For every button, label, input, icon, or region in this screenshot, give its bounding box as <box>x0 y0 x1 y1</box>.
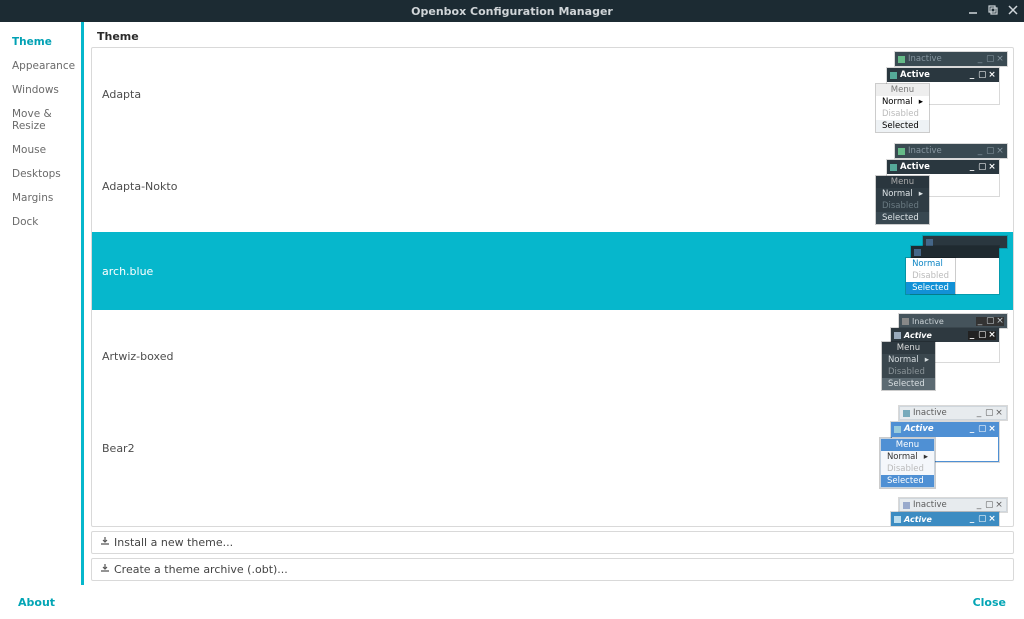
footer: About Close <box>0 585 1024 619</box>
window-titlebar: Openbox Configuration Manager <box>0 0 1024 22</box>
sidebar-item-theme[interactable]: Theme <box>0 30 81 54</box>
preview-inactive-label: Inactive <box>913 500 972 510</box>
close-icon[interactable] <box>1008 5 1018 18</box>
preview-active-label: Active <box>904 424 965 434</box>
preview-active-label: Active <box>904 515 965 524</box>
close-button[interactable]: Close <box>973 596 1006 609</box>
sidebar-accent <box>81 22 84 585</box>
sidebar-item-label: Mouse <box>12 144 46 156</box>
maximize-icon[interactable] <box>988 5 998 18</box>
preview-selected-label: Selected <box>912 283 949 293</box>
preview-disabled-label: Disabled <box>888 367 925 377</box>
theme-list: Adapta Inactive_▢× Active_▢× Menu Normal… <box>91 47 1014 527</box>
preview-selected-label: Selected <box>888 379 925 389</box>
theme-item-arch-blue[interactable]: arch.blue Normal Disabled Selected <box>92 232 1013 310</box>
theme-scroll-area[interactable]: Adapta Inactive_▢× Active_▢× Menu Normal… <box>92 48 1013 526</box>
preview-menu-label: Menu <box>882 342 935 354</box>
theme-name-label: Adapta <box>102 88 141 101</box>
sidebar-item-mouse[interactable]: Mouse <box>0 138 81 162</box>
install-theme-button[interactable]: Install a new theme... <box>91 531 1014 554</box>
preview-disabled-label: Disabled <box>882 201 919 211</box>
theme-name-label: arch.blue <box>102 265 153 278</box>
theme-item-next[interactable]: Inactive_▢× Active_▢× <box>92 494 1013 524</box>
theme-item-artwiz-boxed[interactable]: Artwiz-boxed Inactive_▢× Active_▢× Menu … <box>92 310 1013 402</box>
sidebar-item-dock[interactable]: Dock <box>0 210 81 234</box>
preview-selected-label: Selected <box>887 476 924 486</box>
download-icon <box>100 536 110 549</box>
sidebar-item-label: Windows <box>12 84 59 96</box>
sidebar-item-label: Theme <box>12 36 52 48</box>
window-title: Openbox Configuration Manager <box>411 5 613 18</box>
preview-normal-label: Normal <box>888 355 919 365</box>
install-theme-label: Install a new theme... <box>114 536 233 549</box>
preview-inactive-label: Inactive <box>912 317 973 326</box>
preview-normal-label: Normal <box>882 97 913 107</box>
sidebar-item-desktops[interactable]: Desktops <box>0 162 81 186</box>
preview-disabled-label: Disabled <box>882 109 919 119</box>
theme-item-bear2[interactable]: Bear2 Inactive_▢× Active_▢× Menu Normal▸ <box>92 402 1013 494</box>
create-archive-button[interactable]: Create a theme archive (.obt)... <box>91 558 1014 581</box>
about-link[interactable]: About <box>18 596 55 609</box>
preview-selected-label: Selected <box>882 213 919 223</box>
sidebar-item-label: Appearance <box>12 60 75 72</box>
preview-inactive-label: Inactive <box>913 408 972 418</box>
theme-name-label: Bear2 <box>102 442 135 455</box>
preview-normal-label: Normal <box>887 452 918 462</box>
preview-disabled-label: Disabled <box>887 464 924 474</box>
sidebar-item-label: Move & Resize <box>12 108 52 132</box>
theme-name-label: Artwiz-boxed <box>102 350 173 363</box>
download-icon <box>100 563 110 576</box>
preview-menu-label: Menu <box>876 176 929 188</box>
section-header: Theme <box>91 28 1014 47</box>
sidebar-item-margins[interactable]: Margins <box>0 186 81 210</box>
preview-active-label: Active <box>900 70 965 80</box>
preview-normal-label: Normal <box>882 189 913 199</box>
preview-inactive-label: Inactive <box>908 146 973 156</box>
preview-normal-label: Normal <box>912 259 943 269</box>
preview-selected-label: Selected <box>882 121 919 131</box>
sidebar-item-label: Dock <box>12 216 38 228</box>
sidebar-item-appearance[interactable]: Appearance <box>0 54 81 78</box>
preview-active-label: Active <box>904 331 965 340</box>
minimize-icon[interactable] <box>968 5 978 18</box>
theme-name-label: Adapta-Nokto <box>102 180 177 193</box>
preview-inactive-label: Inactive <box>908 54 973 64</box>
content-pane: Theme Adapta Inactive_▢× Active_▢× <box>81 22 1024 585</box>
sidebar-item-move-resize[interactable]: Move & Resize <box>0 102 81 138</box>
preview-active-label: Active <box>900 162 965 172</box>
theme-item-adapta[interactable]: Adapta Inactive_▢× Active_▢× Menu Normal… <box>92 48 1013 140</box>
sidebar-item-windows[interactable]: Windows <box>0 78 81 102</box>
preview-disabled-label: Disabled <box>912 271 949 281</box>
preview-menu-label: Menu <box>876 84 929 96</box>
preview-menu-label: Menu <box>881 439 934 451</box>
create-archive-label: Create a theme archive (.obt)... <box>114 563 288 576</box>
sidebar: Theme Appearance Windows Move & Resize M… <box>0 22 81 585</box>
sidebar-item-label: Margins <box>12 192 53 204</box>
theme-item-adapta-nokto[interactable]: Adapta-Nokto Inactive_▢× Active_▢× Menu … <box>92 140 1013 232</box>
sidebar-item-label: Desktops <box>12 168 61 180</box>
